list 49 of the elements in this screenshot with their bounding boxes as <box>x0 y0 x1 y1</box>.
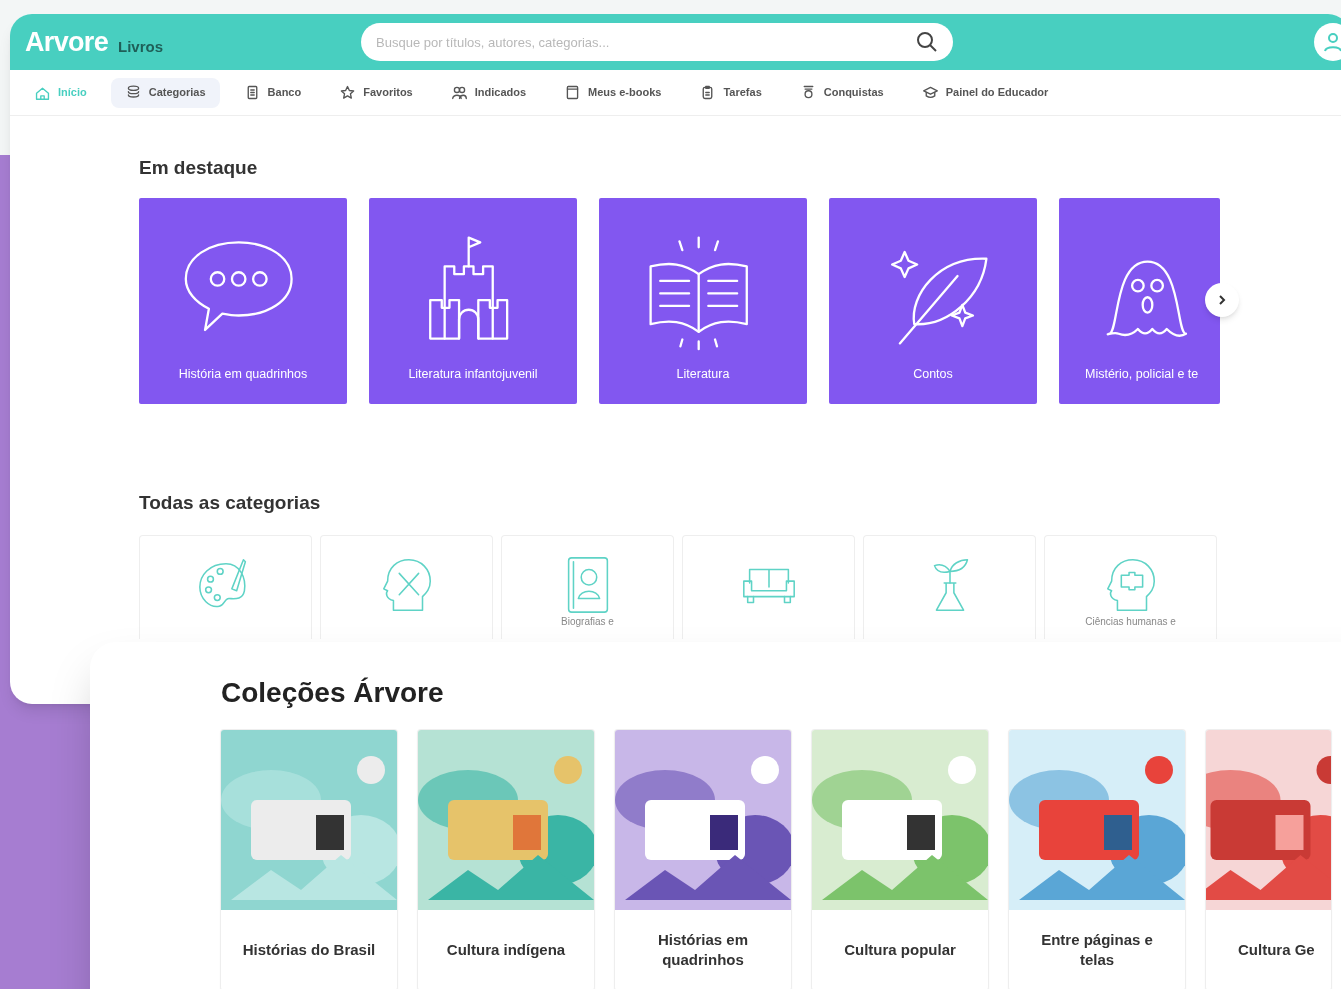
nav-tab[interactable]: Banco <box>229 77 316 108</box>
category-tile[interactable] <box>139 535 312 639</box>
collection-card[interactable]: Cultura Ge <box>1206 730 1331 989</box>
nav-tab[interactable]: Painel do Educador <box>907 77 1063 108</box>
collection-card[interactable]: Histórias do Brasil <box>221 730 397 989</box>
people-icon <box>450 84 468 101</box>
card-label: História em quadrinhos <box>178 365 308 383</box>
category-card[interactable]: Literatura infantojuvenil <box>369 197 577 404</box>
category-card[interactable]: Contos <box>829 197 1037 404</box>
category-card[interactable]: Mistério, policial e te <box>1059 197 1220 404</box>
tile-label: Ciências humanas e <box>1085 616 1176 627</box>
section-title: Em destaque <box>139 156 259 180</box>
tile-label: Biografias e <box>561 616 614 627</box>
card-label: Mistério, policial e te <box>1085 365 1199 383</box>
category-tile[interactable] <box>863 535 1036 639</box>
nav-tab[interactable]: Categorias <box>110 77 220 108</box>
graduation-cap-icon <box>921 84 939 101</box>
nav-tab[interactable]: Meus e-books <box>550 77 676 108</box>
collection-card[interactable]: Cultura popular <box>812 730 988 989</box>
nav-tab[interactable]: Conquistas <box>785 77 898 108</box>
card-label: Literatura infantojuvenil <box>408 365 538 383</box>
collection-title: Entre páginas e telas <box>1040 930 1154 970</box>
collection-card[interactable]: Entre páginas e telas <box>1009 730 1185 989</box>
search-field[interactable]: Busque por títulos, autores, categorias... <box>361 23 953 61</box>
search-icon[interactable] <box>915 30 939 54</box>
nav-tab[interactable]: Tarefas <box>685 77 776 108</box>
collection-card[interactable]: Cultura indígena <box>418 730 594 989</box>
collection-title: Histórias do Brasil <box>241 940 377 960</box>
nav-tab[interactable]: Indicados <box>436 77 541 108</box>
category-card[interactable]: História em quadrinhos <box>139 197 347 404</box>
nav-tab[interactable]: Favoritos <box>325 77 427 108</box>
collection-title: Cultura popular <box>843 940 957 960</box>
star-icon <box>339 84 357 101</box>
collection-title: Cultura Ge <box>1237 940 1316 960</box>
category-tile[interactable] <box>682 535 855 639</box>
card-label: Contos <box>913 365 953 383</box>
category-card[interactable]: Literatura <box>599 197 807 404</box>
chevron-right-icon <box>1216 293 1228 306</box>
product-name: Livros <box>118 36 163 57</box>
profile-avatar[interactable] <box>1314 23 1341 61</box>
card-label: Literatura <box>676 365 730 383</box>
collection-card[interactable]: Histórias em quadrinhos <box>615 730 791 989</box>
category-tile[interactable]: Ciências humanas e <box>1044 535 1217 639</box>
section-title: Coleções Árvore <box>221 676 445 710</box>
collection-title: Histórias em quadrinhos <box>656 930 749 970</box>
section-title: Todas as categorias <box>139 490 322 515</box>
collection-title: Cultura indígena <box>445 940 567 960</box>
category-tile[interactable]: Biografias e <box>501 535 674 639</box>
category-tile[interactable] <box>320 535 493 639</box>
